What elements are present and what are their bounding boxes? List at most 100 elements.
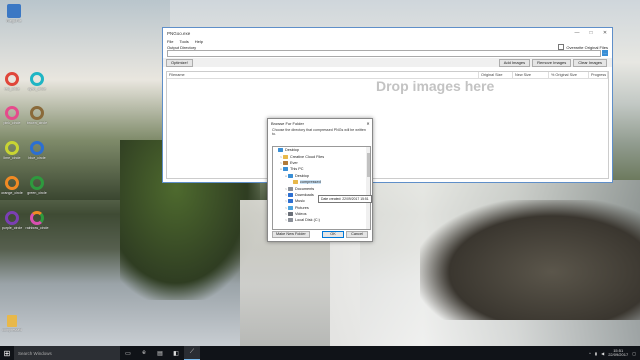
network-icon[interactable]: ▮ [595,351,597,356]
pngoo-window: PNGoo.exe — □ ✕ File Tools Help Output D… [162,27,613,183]
tree-item-label: This PC [290,167,304,172]
optimize-button[interactable]: Optimize! [166,58,193,67]
tooltip: Date created: 22/09/2017 15:51 [318,195,372,203]
clear-images-button[interactable]: Clear Images [573,58,607,67]
remove-images-button[interactable]: Remove Images [532,58,572,67]
edge-icon[interactable]: e [136,346,152,360]
window-title: PNGoo.exe [167,30,191,36]
desktop: RiegoFile red_circle cyan_circle pink_ci… [0,0,640,346]
column-new-size[interactable]: New Size [513,72,549,78]
clock[interactable]: 15:51 22/09/2017 [608,348,629,358]
cancel-button[interactable]: Cancel [346,231,368,238]
desktop-icon-rainbow-circle[interactable]: rainbow_circle [24,211,50,230]
minimize-icon[interactable]: — [570,30,584,36]
browse-button[interactable]: ... [602,50,608,56]
folder-icon [288,192,293,197]
desktop-icon-orange-circle[interactable]: orange_circle [0,176,25,195]
windows-start-icon[interactable]: ⊞ [0,346,14,360]
desktop-icon-red-circle[interactable]: red_circle [0,72,25,91]
tree-item-label: Downloads [295,192,314,197]
folder-icon [288,218,293,223]
desktop-icon-purple-circle[interactable]: purple_circle [0,211,25,230]
cyan-circle-icon [30,72,44,86]
folder-icon [283,160,288,165]
taskbar: ⊞ Search Windows ▭ e ▤ ◧ ⟋ ^ ▮ ◀ 15:51 2… [0,346,640,360]
dialog-description: Choose the directory that compressed PNG… [272,128,366,137]
column-percent-original[interactable]: % Original Size [549,72,589,78]
window-titlebar[interactable]: PNGoo.exe — □ ✕ [163,28,612,38]
desktop-icon-pink-circle[interactable]: pink_circle [0,106,25,125]
tree-scrollbar[interactable] [366,147,370,229]
pngoo-taskbar-icon[interactable]: ⟋ [184,346,200,360]
tree-item-label: Desktop [295,173,309,178]
menu-file[interactable]: File [167,39,173,44]
green-circle-icon [30,176,44,190]
purple-circle-icon [5,211,19,225]
folder-icon [278,148,283,153]
brown-circle-icon [30,106,44,120]
desktop-icon-blue-circle[interactable]: blue_circle [24,141,50,160]
browse-folder-dialog: Browse For Folder ✕ Choose the directory… [267,118,373,242]
store-icon[interactable]: ◧ [168,346,184,360]
folder-icon [288,205,293,210]
folder-icon [288,212,293,217]
close-icon[interactable]: ✕ [364,121,372,126]
tree-item-label: Local Disk (C:) [295,218,320,223]
tree-item-label: Videos [295,212,307,217]
dialog-buttons: Make New Folder OK Cancel [272,231,368,238]
overwrite-label: Overwrite Original Files [566,44,608,50]
desktop-icon-riegofile[interactable]: RiegoFile [1,4,27,23]
menu-tools[interactable]: Tools [179,39,188,44]
folder-icon [288,199,293,204]
lime-circle-icon [5,141,19,155]
make-new-folder-button[interactable]: Make New Folder [272,231,310,238]
tree-item-label: compressed [300,180,321,185]
tree-item-label: Ever [290,160,298,165]
orange-circle-icon [5,176,19,190]
maximize-icon[interactable]: □ [584,30,598,36]
output-directory-label: Output Directory [167,44,197,50]
toolbar: Optimize! Add Images Remove Images Clear… [163,58,612,67]
volume-icon[interactable]: ◀ [601,351,604,356]
output-directory-input[interactable] [167,50,601,57]
tree-item[interactable]: > Local Disk (C:) [273,217,370,223]
column-progress[interactable]: Progress [589,72,608,78]
folder-icon [288,186,293,191]
app-icon [7,4,21,18]
red-circle-icon [5,72,19,86]
desktop-icon-lime-circle[interactable]: lime_circle [0,141,25,160]
notifications-icon[interactable]: ▢ [632,351,636,356]
wallpaper-rocks [420,200,640,320]
close-icon[interactable]: ✕ [598,30,612,36]
tree-item-label: Pictures [295,205,309,210]
system-tray: ^ ▮ ◀ 15:51 22/09/2017 ▢ [589,348,640,358]
tree-item-label: Music [295,199,305,204]
blue-circle-icon [30,141,44,155]
chevron-up-icon[interactable]: ^ [589,351,591,356]
ok-button[interactable]: OK [322,231,344,238]
search-placeholder: Search Windows [18,350,52,356]
scrollbar-thumb[interactable] [366,153,370,177]
folder-tree[interactable]: Desktop > Creative Cloud Files > Ever v This P… [272,146,371,230]
menu-help[interactable]: Help [195,39,203,44]
add-images-button[interactable]: Add Images [498,58,531,67]
folder-icon [7,315,17,327]
folder-icon [283,154,288,159]
desktop-icon-compressed[interactable]: compressed [0,315,25,332]
desktop-icon-brown-circle[interactable]: brown_circle [24,106,50,125]
dialog-title: Browse For Folder [271,120,304,126]
folder-icon [283,167,288,172]
search-box[interactable]: Search Windows [14,346,120,360]
tree-item-label: Creative Cloud Files [290,154,325,159]
pink-circle-icon [5,106,19,120]
dialog-titlebar[interactable]: Browse For Folder ✕ [268,119,372,127]
task-view-icon[interactable]: ▭ [120,346,136,360]
rainbow-circle-icon [30,211,44,225]
desktop-icon-green-circle[interactable]: green_circle [24,176,50,195]
file-explorer-icon[interactable]: ▤ [152,346,168,360]
drop-hint: Drop images here [376,78,495,94]
folder-icon [288,173,293,178]
folder-icon [293,180,298,185]
clock-date: 22/09/2017 [608,352,629,357]
desktop-icon-cyan-circle[interactable]: cyan_circle [24,72,50,91]
